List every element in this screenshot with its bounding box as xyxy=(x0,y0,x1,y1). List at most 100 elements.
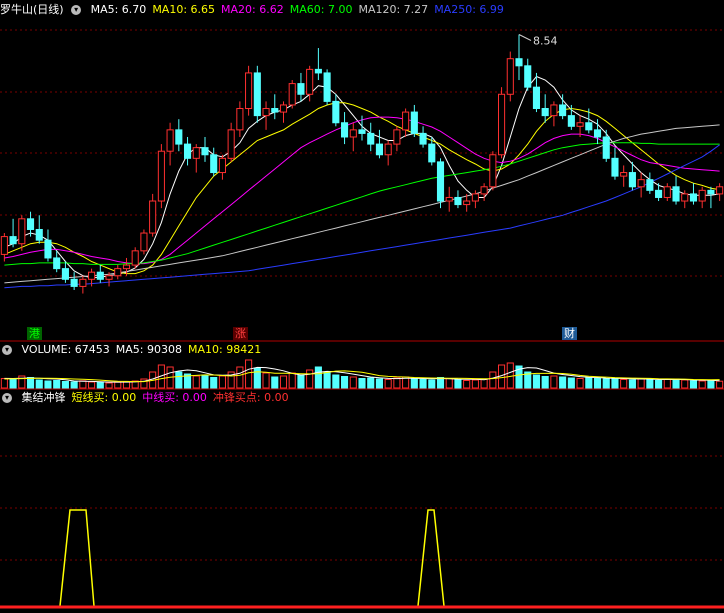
candle-body xyxy=(489,154,497,188)
candle-body xyxy=(611,157,619,177)
volume-bar xyxy=(489,371,497,389)
candle-body xyxy=(236,108,244,131)
volume-bar xyxy=(9,378,17,389)
ma-legend: MA5: 6.70 MA10: 6.65 MA20: 6.62 MA60: 7.00 M… xyxy=(91,3,510,16)
candle-body xyxy=(367,132,375,145)
candle-body xyxy=(559,104,567,117)
volume-bar xyxy=(384,379,392,389)
indicator-legend-item-1: 短线买: 0.00 xyxy=(71,391,137,404)
volume-bar xyxy=(393,377,401,389)
marker-rise[interactable]: 涨 xyxy=(233,327,248,340)
volume-bar xyxy=(79,380,87,389)
candle-body xyxy=(96,271,104,280)
volume-bar xyxy=(35,379,43,389)
chart-window: 8.54 罗牛山(日线) ▾ MA5: 6.70 MA10: 6.65 MA20: … xyxy=(0,0,724,613)
candle-body xyxy=(655,189,663,198)
candle-body xyxy=(79,278,87,287)
candle-body xyxy=(157,150,165,202)
stock-name: 罗牛山(日线) xyxy=(0,3,64,16)
volume-legend-item-0: VOLUME: 67453 xyxy=(21,343,110,356)
candle-body xyxy=(288,83,296,106)
volume-bar xyxy=(637,378,645,389)
volume-bar xyxy=(663,379,671,389)
indicator-header: ▾ 集结冲锋 短线买: 0.00 中线买: 0.00 冲锋买点: 0.00 xyxy=(0,390,301,406)
chart-canvas[interactable]: 8.54 xyxy=(0,0,724,613)
marker-finance[interactable]: 财 xyxy=(562,327,577,340)
collapse-icon[interactable]: ▾ xyxy=(2,345,12,355)
volume-bar xyxy=(602,378,610,389)
volume-bar xyxy=(471,379,479,389)
candle-body xyxy=(480,186,488,195)
volume-bar xyxy=(279,375,288,389)
marker-port[interactable]: 港 xyxy=(27,327,42,340)
candle-body xyxy=(358,129,366,134)
ma-legend-item-3: MA60: 7.00 xyxy=(289,3,353,16)
candle-body xyxy=(332,100,340,124)
volume-legend-item-1: MA5: 90308 xyxy=(115,343,182,356)
volume-bar xyxy=(210,377,218,389)
candle-body xyxy=(227,129,235,159)
volume-bar xyxy=(463,380,471,389)
candle-body xyxy=(140,232,148,252)
ma-legend-item-2: MA20: 6.62 xyxy=(221,3,284,16)
volume-bar xyxy=(53,380,61,389)
volume-bar xyxy=(44,380,52,389)
volume-bar xyxy=(0,378,8,389)
volume-bar xyxy=(271,376,279,389)
candle-body xyxy=(585,122,593,131)
candle-body xyxy=(53,257,61,270)
candle-body xyxy=(620,172,628,177)
candle-body xyxy=(672,186,680,202)
candle-body xyxy=(402,111,410,131)
volume-bar xyxy=(689,380,698,389)
volume-bar xyxy=(567,377,575,389)
volume-bar xyxy=(593,378,602,389)
volume-bar xyxy=(314,366,322,389)
candle-body xyxy=(646,179,654,191)
volume-bar xyxy=(341,376,349,389)
volume-bar xyxy=(681,379,689,389)
collapse-icon[interactable]: ▾ xyxy=(2,393,12,403)
volume-bar xyxy=(585,377,593,389)
collapse-icon[interactable]: ▾ xyxy=(71,5,82,15)
candle-body xyxy=(210,154,218,174)
volume-bar xyxy=(332,374,340,389)
candle-body xyxy=(35,228,43,241)
candle-body xyxy=(105,275,113,280)
candle-body xyxy=(410,111,418,134)
volume-bar xyxy=(262,372,270,389)
candle-body xyxy=(436,161,445,202)
candle-body xyxy=(663,186,671,198)
volume-bar xyxy=(611,377,619,389)
volume-bar xyxy=(175,371,183,389)
volume-bar xyxy=(436,377,445,389)
volume-bar xyxy=(358,378,366,389)
candle-body xyxy=(166,129,174,152)
price-header: 罗牛山(日线) ▾ MA5: 6.70 MA10: 6.65 MA20: 6.62 M… xyxy=(0,2,516,18)
indicator-legend-item-0: 集结冲锋 xyxy=(21,391,66,404)
volume-bar xyxy=(70,381,78,389)
volume-bar xyxy=(201,374,209,389)
candle-body xyxy=(61,268,69,280)
ma-line-ma5 xyxy=(4,75,720,279)
candle-body xyxy=(349,129,357,138)
candle-body xyxy=(18,218,26,245)
volume-bar xyxy=(96,382,104,389)
volume-bar xyxy=(716,380,724,389)
volume-bar xyxy=(323,371,331,389)
candle-body xyxy=(541,108,549,117)
volume-bar xyxy=(480,379,488,389)
candle-body xyxy=(532,86,541,110)
candle-body xyxy=(297,83,305,95)
ma-legend-item-4: MA120: 7.27 xyxy=(358,3,429,16)
volume-bar xyxy=(105,382,113,389)
candle-body xyxy=(689,193,698,202)
ma-legend-item-0: MA5: 6.70 xyxy=(90,3,147,16)
candle-body xyxy=(498,93,506,156)
candle-body xyxy=(175,129,183,145)
candle-body xyxy=(0,236,8,255)
candle-body xyxy=(183,143,192,159)
candle-body xyxy=(471,193,479,202)
volume-bar xyxy=(532,374,541,389)
volume-bar xyxy=(375,378,383,389)
